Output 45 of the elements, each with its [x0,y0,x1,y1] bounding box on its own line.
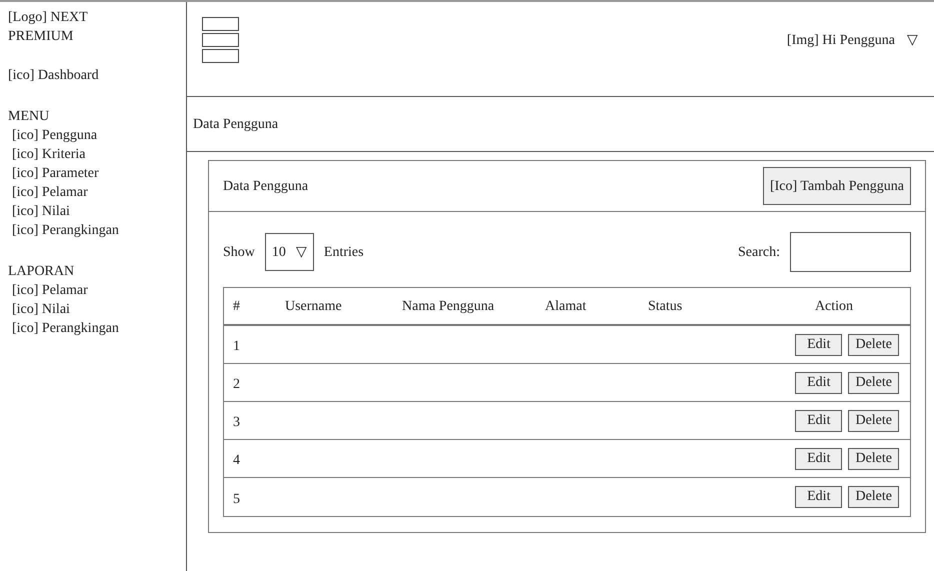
add-user-button[interactable]: [Ico] Tambah Pengguna [762,167,911,205]
user-greeting[interactable]: [Img] Hi Pengguna [786,30,895,50]
menu-icon[interactable] [202,17,239,63]
sidebar-item[interactable]: [ico] Kriteria [8,145,186,164]
sidebar-item[interactable]: [ico] Nilai [8,300,186,319]
table-cell-text: 2 [233,376,241,394]
sidebar-section-title: LAPORAN [8,263,76,281]
edit-button[interactable]: Edit [795,334,842,356]
delete-button[interactable]: Delete [848,372,899,394]
column-header: Username [285,298,343,316]
table-cell-text: 4 [233,452,241,470]
brand-logo-text[interactable]: [Logo] NEXT PREMIUM [8,8,118,46]
sidebar-section-title: MENU [8,108,50,126]
edit-button[interactable]: Edit [795,486,842,508]
column-header: Nama Pengguna [402,298,496,316]
delete-button[interactable]: Delete [848,334,899,356]
sidebar-item[interactable]: [ico] Dashboard [8,66,186,85]
search-field[interactable] [790,232,911,272]
show-label: Show [223,244,255,262]
sidebar-item[interactable]: [ico] Parameter [8,164,186,183]
entries-select[interactable]: 10 ▽ [264,233,314,271]
delete-button[interactable]: Delete [848,410,899,432]
sidebar-item[interactable]: [ico] Pelamar [8,281,186,300]
table-cell-text: 3 [233,414,241,432]
column-header: Status [648,298,684,316]
column-header: Alamat [545,298,588,316]
sidebar-item[interactable]: [ico] Pengguna [8,126,186,145]
column-header: # [233,298,241,316]
breadcrumb-title: Data Pengguna [193,116,278,134]
delete-button[interactable]: Delete [848,486,899,508]
entries-label: Entries [324,244,364,262]
delete-button[interactable]: Delete [848,448,899,470]
dropdown-caret[interactable]: ▽ [907,30,918,50]
column-header: Action [814,298,854,316]
sidebar-item[interactable]: [ico] Pelamar [8,183,186,202]
edit-button[interactable]: Edit [795,448,842,470]
table-cell-text: 5 [233,490,241,508]
search-label: Search: [738,244,780,262]
card-title: Data Pengguna [223,178,308,196]
table-cell-text: 1 [233,338,241,356]
edit-button[interactable]: Edit [795,410,842,432]
sidebar-item[interactable]: [ico] Nilai [8,202,186,221]
sidebar-item[interactable]: [ico] Perangkingan [8,319,186,338]
sidebar-item[interactable]: [ico] Perangkingan [8,221,186,240]
edit-button[interactable]: Edit [795,372,842,394]
